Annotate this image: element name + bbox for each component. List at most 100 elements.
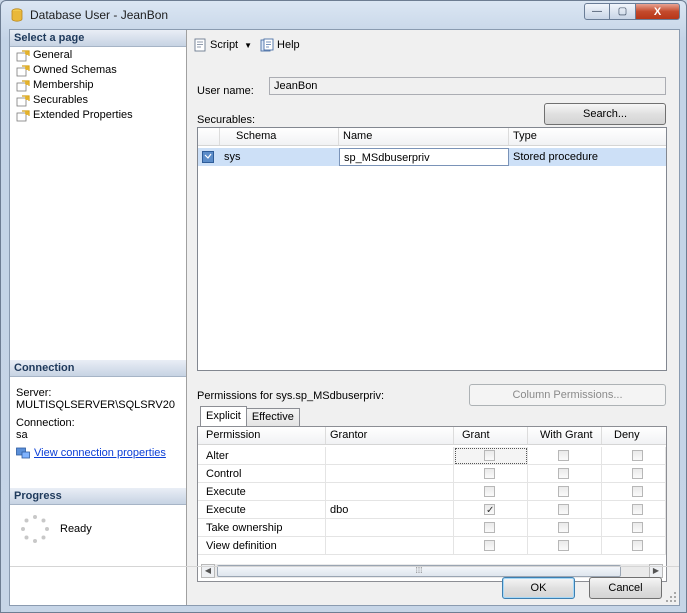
script-label: Script <box>210 39 239 51</box>
deny-checkbox[interactable] <box>632 450 643 461</box>
cell-grant <box>454 501 528 520</box>
page-icon <box>16 64 30 76</box>
table-row[interactable]: Alter <box>198 447 666 465</box>
close-icon: X <box>653 5 662 18</box>
securables-label: Securables: <box>197 114 256 126</box>
cell-with-grant <box>528 483 602 501</box>
resize-grip-icon[interactable] <box>665 591 677 603</box>
page-item-membership[interactable]: Membership <box>16 78 133 93</box>
user-name-label: User name: <box>197 85 254 97</box>
deny-checkbox[interactable] <box>632 486 643 497</box>
cell-permission: Take ownership <box>198 519 326 537</box>
table-row[interactable]: sys sp_MSdbuserpriv Stored procedure <box>198 148 666 166</box>
table-row[interactable]: View definition <box>198 537 666 555</box>
cell-deny <box>602 537 666 555</box>
stored-procedure-icon <box>202 151 214 163</box>
cell-permission: Execute <box>198 483 326 501</box>
table-row[interactable]: Take ownership <box>198 519 666 537</box>
grant-checkbox[interactable] <box>484 468 495 479</box>
select-page-header: Select a page <box>10 30 186 47</box>
page-item-label: Owned Schemas <box>33 64 117 76</box>
help-label: Help <box>277 39 300 51</box>
progress-status: Ready <box>60 523 92 535</box>
with-grant-checkbox[interactable] <box>558 522 569 533</box>
cancel-button[interactable]: Cancel <box>589 577 662 599</box>
cell-deny <box>602 447 666 465</box>
column-header-type[interactable]: Type <box>509 128 666 145</box>
with-grant-checkbox[interactable] <box>558 486 569 497</box>
deny-checkbox[interactable] <box>632 468 643 479</box>
page-icon <box>16 79 30 91</box>
tab-explicit[interactable]: Explicit <box>200 406 247 426</box>
cell-type: Stored procedure <box>509 148 666 166</box>
maximize-button[interactable]: ▢ <box>610 3 636 20</box>
title-bar[interactable]: Database User - JeanBon — ▢ X <box>1 1 686 27</box>
with-grant-checkbox[interactable] <box>558 504 569 515</box>
search-button[interactable]: Search... <box>544 103 666 125</box>
cell-grantor <box>326 447 454 465</box>
maximize-icon: ▢ <box>617 6 628 17</box>
cell-grant <box>454 537 528 555</box>
user-name-field[interactable]: JeanBon <box>269 77 666 95</box>
view-connection-properties[interactable]: View connection properties <box>16 447 184 459</box>
ok-button[interactable]: OK <box>502 577 575 599</box>
cell-grantor: dbo <box>326 501 454 519</box>
minimize-icon: — <box>592 6 602 17</box>
column-permissions-button[interactable]: Column Permissions... <box>469 384 666 406</box>
window-title: Database User - JeanBon <box>30 8 169 22</box>
minimize-button[interactable]: — <box>584 3 610 20</box>
grant-checkbox[interactable] <box>484 450 495 461</box>
table-row[interactable]: Control <box>198 465 666 483</box>
cell-name[interactable]: sp_MSdbuserpriv <box>339 148 509 166</box>
column-header-deny[interactable]: Deny <box>602 427 666 444</box>
cell-permission: Alter <box>198 447 326 465</box>
connection-info: Server: MULTISQLSERVER\SQLSRV20 Connecti… <box>16 387 184 459</box>
grant-checkbox[interactable] <box>484 502 495 520</box>
with-grant-checkbox[interactable] <box>558 540 569 551</box>
view-connection-link[interactable]: View connection properties <box>34 447 166 459</box>
database-icon <box>11 8 23 22</box>
script-button[interactable]: Script ▼ <box>193 38 252 52</box>
tab-effective[interactable]: Effective <box>245 408 300 426</box>
cell-with-grant <box>528 519 602 537</box>
page-item-label: General <box>33 49 73 61</box>
table-row[interactable]: Execute <box>198 483 666 501</box>
column-header-grant[interactable]: Grant <box>454 427 528 444</box>
cell-grant <box>454 465 528 483</box>
securables-grid-header: Schema Name Type <box>198 128 666 146</box>
column-header-permission[interactable]: Permission <box>198 427 326 444</box>
securables-grid: Schema Name Type sys sp_MSdbuserpriv Sto… <box>197 127 667 371</box>
with-grant-checkbox[interactable] <box>558 468 569 479</box>
cell-with-grant <box>528 537 602 555</box>
cell-with-grant <box>528 447 602 465</box>
deny-checkbox[interactable] <box>632 540 643 551</box>
page-item-label: Membership <box>33 79 94 91</box>
chevron-down-icon[interactable]: ▼ <box>244 41 252 50</box>
column-header-name[interactable]: Name <box>339 128 509 145</box>
table-row[interactable]: Execute dbo <box>198 501 666 520</box>
page-item-general[interactable]: General <box>16 48 133 63</box>
grant-checkbox[interactable] <box>484 522 495 533</box>
bottom-divider <box>10 566 679 567</box>
with-grant-checkbox[interactable] <box>558 450 569 461</box>
deny-checkbox[interactable] <box>632 504 643 515</box>
close-button[interactable]: X <box>636 3 680 20</box>
column-header-grantor[interactable]: Grantor <box>326 427 454 444</box>
page-item-securables[interactable]: Securables <box>16 93 133 108</box>
grant-checkbox[interactable] <box>484 540 495 551</box>
page-item-owned-schemas[interactable]: Owned Schemas <box>16 63 133 78</box>
deny-checkbox[interactable] <box>632 522 643 533</box>
caption-buttons: — ▢ X <box>584 3 680 21</box>
connection-value: sa <box>16 429 28 441</box>
dialog-window: Database User - JeanBon — ▢ X Select a p… <box>0 0 687 613</box>
column-header-with-grant[interactable]: With Grant <box>528 427 602 444</box>
grant-checkbox[interactable] <box>484 486 495 497</box>
page-list: General Owned Schemas Membership Securab… <box>16 48 133 123</box>
page-item-extended-properties[interactable]: Extended Properties <box>16 108 133 123</box>
page-selector-pane: Select a page General Owned Schemas Memb… <box>10 30 187 605</box>
column-header-schema[interactable]: Schema <box>220 128 339 145</box>
help-button[interactable]: Help <box>260 38 300 52</box>
cell-deny <box>602 519 666 537</box>
page-icon <box>16 94 30 106</box>
help-icon <box>260 38 274 52</box>
